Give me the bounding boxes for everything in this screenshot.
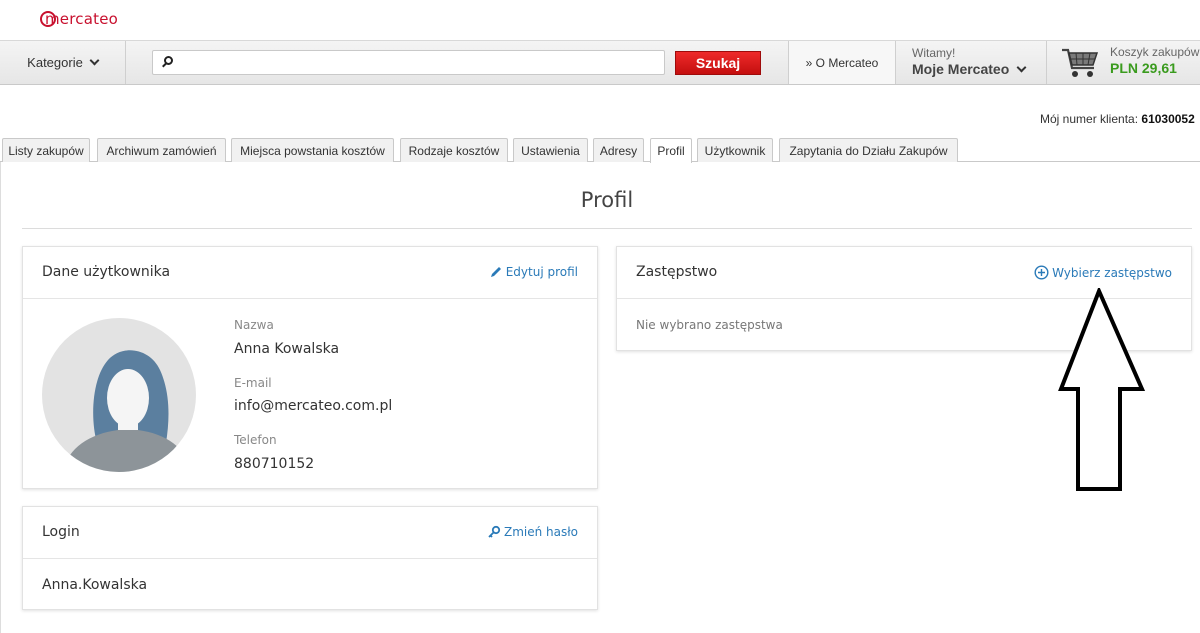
- card-title: Login: [42, 524, 80, 540]
- tab-archiwum-zamowien[interactable]: Archiwum zamówień: [97, 138, 226, 162]
- name-value: Anna Kowalska: [234, 341, 340, 357]
- cart-total: PLN 29,61: [1110, 60, 1177, 76]
- chevron-down-icon: [89, 55, 100, 66]
- avatar-icon: [62, 350, 192, 472]
- title-divider: [22, 228, 1192, 229]
- name-label: Nazwa: [234, 318, 274, 332]
- card-title: Zastępstwo: [636, 264, 718, 280]
- avatar: [42, 318, 196, 472]
- page: mercateo Kategorie Szukaj » O Mercateo W…: [0, 0, 1200, 633]
- categories-menu[interactable]: Kategorie: [0, 41, 126, 84]
- no-substitute-text: Nie wybrano zastępstwa: [636, 318, 783, 332]
- top-navigation: Kategorie Szukaj » O Mercateo Witamy! Mo…: [0, 40, 1200, 85]
- edit-profile-label: Edytuj profil: [505, 265, 578, 279]
- tab-ustawienia[interactable]: Ustawienia: [513, 138, 588, 162]
- cart-label: Koszyk zakupów: [1110, 45, 1200, 59]
- logo-ring-icon: [40, 11, 56, 27]
- tab-listy-zakupow[interactable]: Listy zakupów: [2, 138, 90, 162]
- login-value: Anna.Kowalska: [42, 577, 148, 593]
- arrow-up-annotation: [1058, 288, 1146, 491]
- login-card: Login Zmień hasło Anna.Kowalska: [22, 506, 598, 610]
- phone-value: 880710152: [234, 456, 315, 472]
- key-icon: [488, 525, 501, 538]
- cart-summary[interactable]: Koszyk zakupów PLN 29,61: [1110, 45, 1200, 76]
- pencil-icon: [490, 267, 501, 277]
- search-button[interactable]: Szukaj: [675, 51, 761, 75]
- client-number: Mój numer klienta: 61030052: [1040, 112, 1195, 126]
- change-password-label: Zmień hasło: [503, 525, 578, 539]
- account-menu[interactable]: Witamy! Moje Mercateo: [897, 41, 1047, 84]
- search-input[interactable]: [181, 51, 661, 73]
- account-label: Moje Mercateo: [912, 61, 1010, 77]
- change-password-link[interactable]: Zmień hasło: [487, 525, 578, 539]
- tab-adresy[interactable]: Adresy: [593, 138, 644, 162]
- choose-substitute-label: Wybierz zastępstwo: [1052, 265, 1172, 280]
- client-number-label: Mój numer klienta:: [1040, 112, 1139, 126]
- cart-icon[interactable]: [1060, 44, 1100, 80]
- tab-bar: Listy zakupów Archiwum zamówień Miejsca …: [0, 138, 1200, 163]
- page-title: Profil: [580, 188, 634, 212]
- user-data-card: Dane użytkownika Edytuj profil Nazwa Ann…: [22, 246, 598, 489]
- tab-zapytania[interactable]: Zapytania do Działu Zakupów: [779, 138, 958, 162]
- search-box[interactable]: [152, 50, 665, 75]
- about-mercateo-link[interactable]: » O Mercateo: [788, 41, 896, 84]
- chevron-down-icon: [1016, 62, 1027, 72]
- welcome-text: Witamy!: [912, 46, 956, 60]
- search-icon: [162, 56, 173, 68]
- email-label: E-mail: [234, 376, 272, 390]
- card-title: Dane użytkownika: [42, 264, 171, 280]
- phone-label: Telefon: [234, 433, 277, 447]
- tab-miejsca-powstania-kosztow[interactable]: Miejsca powstania kosztów: [231, 138, 394, 162]
- categories-label: Kategorie: [27, 55, 83, 70]
- email-value: info@mercateo.com.pl: [234, 398, 393, 414]
- card-header: Dane użytkownika Edytuj profil: [23, 247, 597, 299]
- client-number-value: 61030052: [1141, 112, 1195, 126]
- choose-substitute-link[interactable]: Wybierz zastępstwo: [1034, 265, 1172, 280]
- tab-rodzaje-kosztow[interactable]: Rodzaje kosztów: [400, 138, 508, 162]
- tab-profil[interactable]: Profil: [650, 138, 692, 163]
- mercateo-logo[interactable]: mercateo: [40, 10, 118, 28]
- tab-uzytkownik[interactable]: Użytkownik: [697, 138, 773, 162]
- edit-profile-link[interactable]: Edytuj profil: [489, 265, 578, 279]
- plus-circle-icon: [1034, 265, 1049, 280]
- card-header: Login Zmień hasło: [23, 507, 597, 559]
